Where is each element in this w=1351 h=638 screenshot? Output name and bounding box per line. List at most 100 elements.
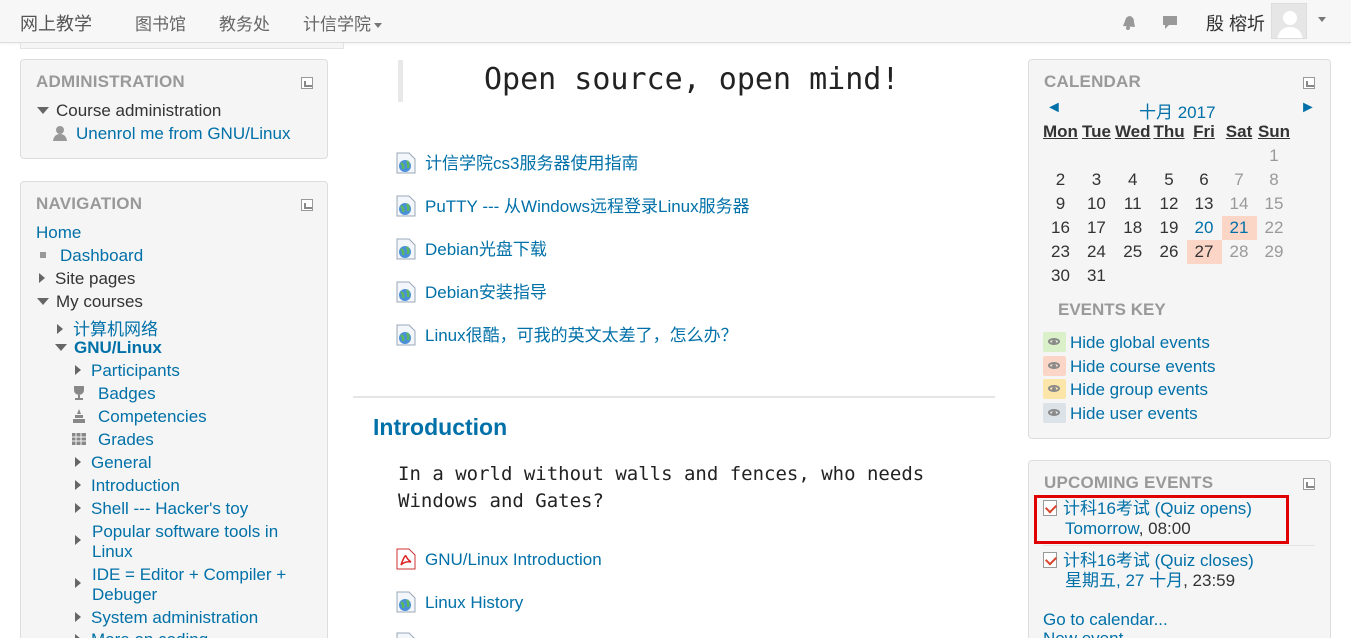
calendar-week-row: 23 24 25 26 27 28 29	[1042, 240, 1292, 264]
nav-section-sysadmin[interactable]: System administration	[75, 608, 258, 628]
resource-link[interactable]: GNU/Linux Introduction	[396, 548, 602, 570]
events-key-title: EVENTS KEY	[1058, 300, 1166, 319]
new-event-link[interactable]: New event...	[1043, 629, 1138, 638]
calendar-day	[1187, 144, 1222, 168]
calendar-day-event[interactable]: 20	[1187, 216, 1222, 240]
event-name-link[interactable]: 计科16考试 (Quiz closes)	[1063, 551, 1254, 570]
nav-link-college-menu[interactable]: 计信学院	[303, 10, 382, 35]
nav-introduction-label: Introduction	[91, 476, 180, 495]
block-title: ADMINISTRATION	[36, 72, 185, 91]
calendar-day: 28	[1229, 242, 1249, 261]
calendar-day	[1222, 264, 1257, 288]
dock-icon[interactable]	[1303, 77, 1315, 89]
nav-course-gnu-linux-label: GNU/Linux	[74, 338, 162, 357]
avatar[interactable]	[1271, 3, 1307, 39]
user-menu-chevron-icon[interactable]	[1318, 17, 1326, 22]
url-globe-icon	[396, 324, 416, 346]
resource-link[interactable]: PuTTY --- 从Windows远程登录Linux服务器	[396, 192, 750, 217]
notification-icon[interactable]	[1120, 13, 1138, 31]
calendar-day	[1079, 144, 1114, 168]
collapsed-icon	[75, 535, 81, 545]
dock-icon[interactable]	[301, 199, 313, 211]
resource-link[interactable]: Debian安装指导	[396, 278, 547, 303]
nav-section-popular-tools[interactable]: Popular software tools in Linux	[75, 522, 278, 562]
hide-user-events-link[interactable]: Hide user events	[1043, 403, 1198, 424]
calendar-day: 2	[1055, 170, 1066, 189]
pdf-icon	[396, 548, 416, 570]
calendar-day: 31	[1086, 266, 1106, 285]
calendar-day: 13	[1194, 194, 1214, 213]
resource-link-partial[interactable]	[396, 632, 425, 638]
calendar-day: 26	[1159, 242, 1179, 261]
nav-course-networks[interactable]: 计算机网络	[57, 315, 158, 340]
weekday-header: Mon	[1043, 122, 1078, 141]
collapsed-icon	[75, 503, 81, 513]
calendar-day	[1222, 144, 1257, 168]
calendar-day: 7	[1234, 170, 1244, 189]
tree-label: Course administration	[56, 101, 222, 120]
intro-quote: In a world without walls and fences, who…	[398, 461, 924, 515]
nav-section-shell[interactable]: Shell --- Hacker's toy	[75, 499, 248, 519]
nav-competencies[interactable]: Competencies	[71, 407, 207, 427]
url-globe-icon	[396, 281, 416, 303]
quote-bar	[398, 60, 403, 102]
nav-participants[interactable]: Participants	[75, 361, 180, 381]
intro-quote-line: In a world without walls and fences, who…	[398, 463, 925, 485]
resource-link[interactable]: 计信学院cs3服务器使用指南	[396, 149, 638, 174]
dock-icon[interactable]	[1303, 478, 1315, 490]
collapsed-icon	[57, 324, 63, 334]
section-title-introduction[interactable]: Introduction	[373, 414, 507, 441]
resource-link[interactable]: Linux History	[396, 591, 523, 613]
nav-section-more-coding[interactable]: More on coding	[75, 630, 208, 638]
calendar-prev-month-icon[interactable]: ◄	[1046, 99, 1062, 117]
nav-dashboard[interactable]: Dashboard	[40, 246, 143, 266]
calendar-day	[1114, 144, 1152, 168]
nav-link-college-label: 计信学院	[303, 15, 371, 34]
goto-calendar-link[interactable]: Go to calendar...	[1043, 610, 1168, 630]
hide-group-events-link[interactable]: Hide group events	[1043, 379, 1208, 400]
eye-icon	[1043, 403, 1066, 423]
calendar-day-today[interactable]: 21	[1221, 216, 1257, 240]
new-event-label: New event...	[1043, 629, 1138, 638]
nav-section-ide[interactable]: IDE = Editor + Compiler + Debuger	[75, 565, 286, 605]
nav-course-gnu-linux[interactable]: GNU/Linux	[55, 338, 162, 358]
nav-shell-label: Shell --- Hacker's toy	[91, 499, 249, 518]
nav-link-academic-affairs[interactable]: 教务处	[219, 10, 270, 35]
calendar-day: 6	[1199, 170, 1209, 189]
user-name[interactable]: 殷 榕圻	[1206, 10, 1265, 36]
unenrol-link[interactable]: Unenrol me from GNU/Linux	[52, 124, 290, 144]
nav-badges[interactable]: Badges	[71, 384, 156, 404]
nav-section-introduction[interactable]: Introduction	[75, 476, 180, 496]
resource-link[interactable]: Linux很酷，可我的英文太差了，怎么办？	[396, 321, 738, 346]
nav-my-courses[interactable]: My courses	[37, 292, 143, 312]
hide-global-events-link[interactable]: Hide global events	[1043, 332, 1210, 353]
calendar-day: 11	[1123, 194, 1142, 213]
nav-site-pages[interactable]: Site pages	[39, 269, 135, 289]
nav-grades[interactable]: Grades	[71, 430, 154, 450]
nav-competencies-label: Competencies	[98, 407, 207, 426]
event-date-link[interactable]: 星期五, 27 十月	[1065, 571, 1183, 590]
calendar-day	[1152, 264, 1187, 288]
site-brand[interactable]: 网上教学	[20, 10, 92, 36]
nav-link-library[interactable]: 图书馆	[135, 10, 186, 35]
weekday-header: Fri	[1193, 122, 1215, 141]
hide-course-events-link[interactable]: Hide course events	[1043, 356, 1216, 377]
tree-course-administration[interactable]: Course administration	[37, 101, 221, 121]
dock-icon[interactable]	[301, 77, 313, 89]
nav-site-pages-label: Site pages	[55, 269, 136, 288]
nav-section-general[interactable]: General	[75, 453, 151, 473]
message-icon[interactable]	[1161, 13, 1179, 31]
breadcrumb-strip	[20, 43, 344, 49]
calendar-day: 14	[1229, 194, 1249, 213]
calendar-day: 24	[1086, 242, 1106, 261]
resource-link[interactable]: Debian光盘下载	[396, 235, 547, 260]
url-globe-icon	[396, 152, 416, 174]
nav-home[interactable]: Home	[36, 223, 81, 243]
expanded-icon	[37, 298, 49, 305]
upcoming-event-item: 计科16考试 (Quiz closes) 星期五, 27 十月, 23:59	[1043, 551, 1254, 591]
nav-popular-label-2: Linux	[92, 542, 133, 561]
collapsed-icon	[75, 612, 81, 622]
calendar-day-course-event[interactable]: 27	[1186, 240, 1222, 264]
nav-my-courses-label: My courses	[56, 292, 143, 311]
calendar-next-month-icon[interactable]: ►	[1300, 99, 1316, 117]
